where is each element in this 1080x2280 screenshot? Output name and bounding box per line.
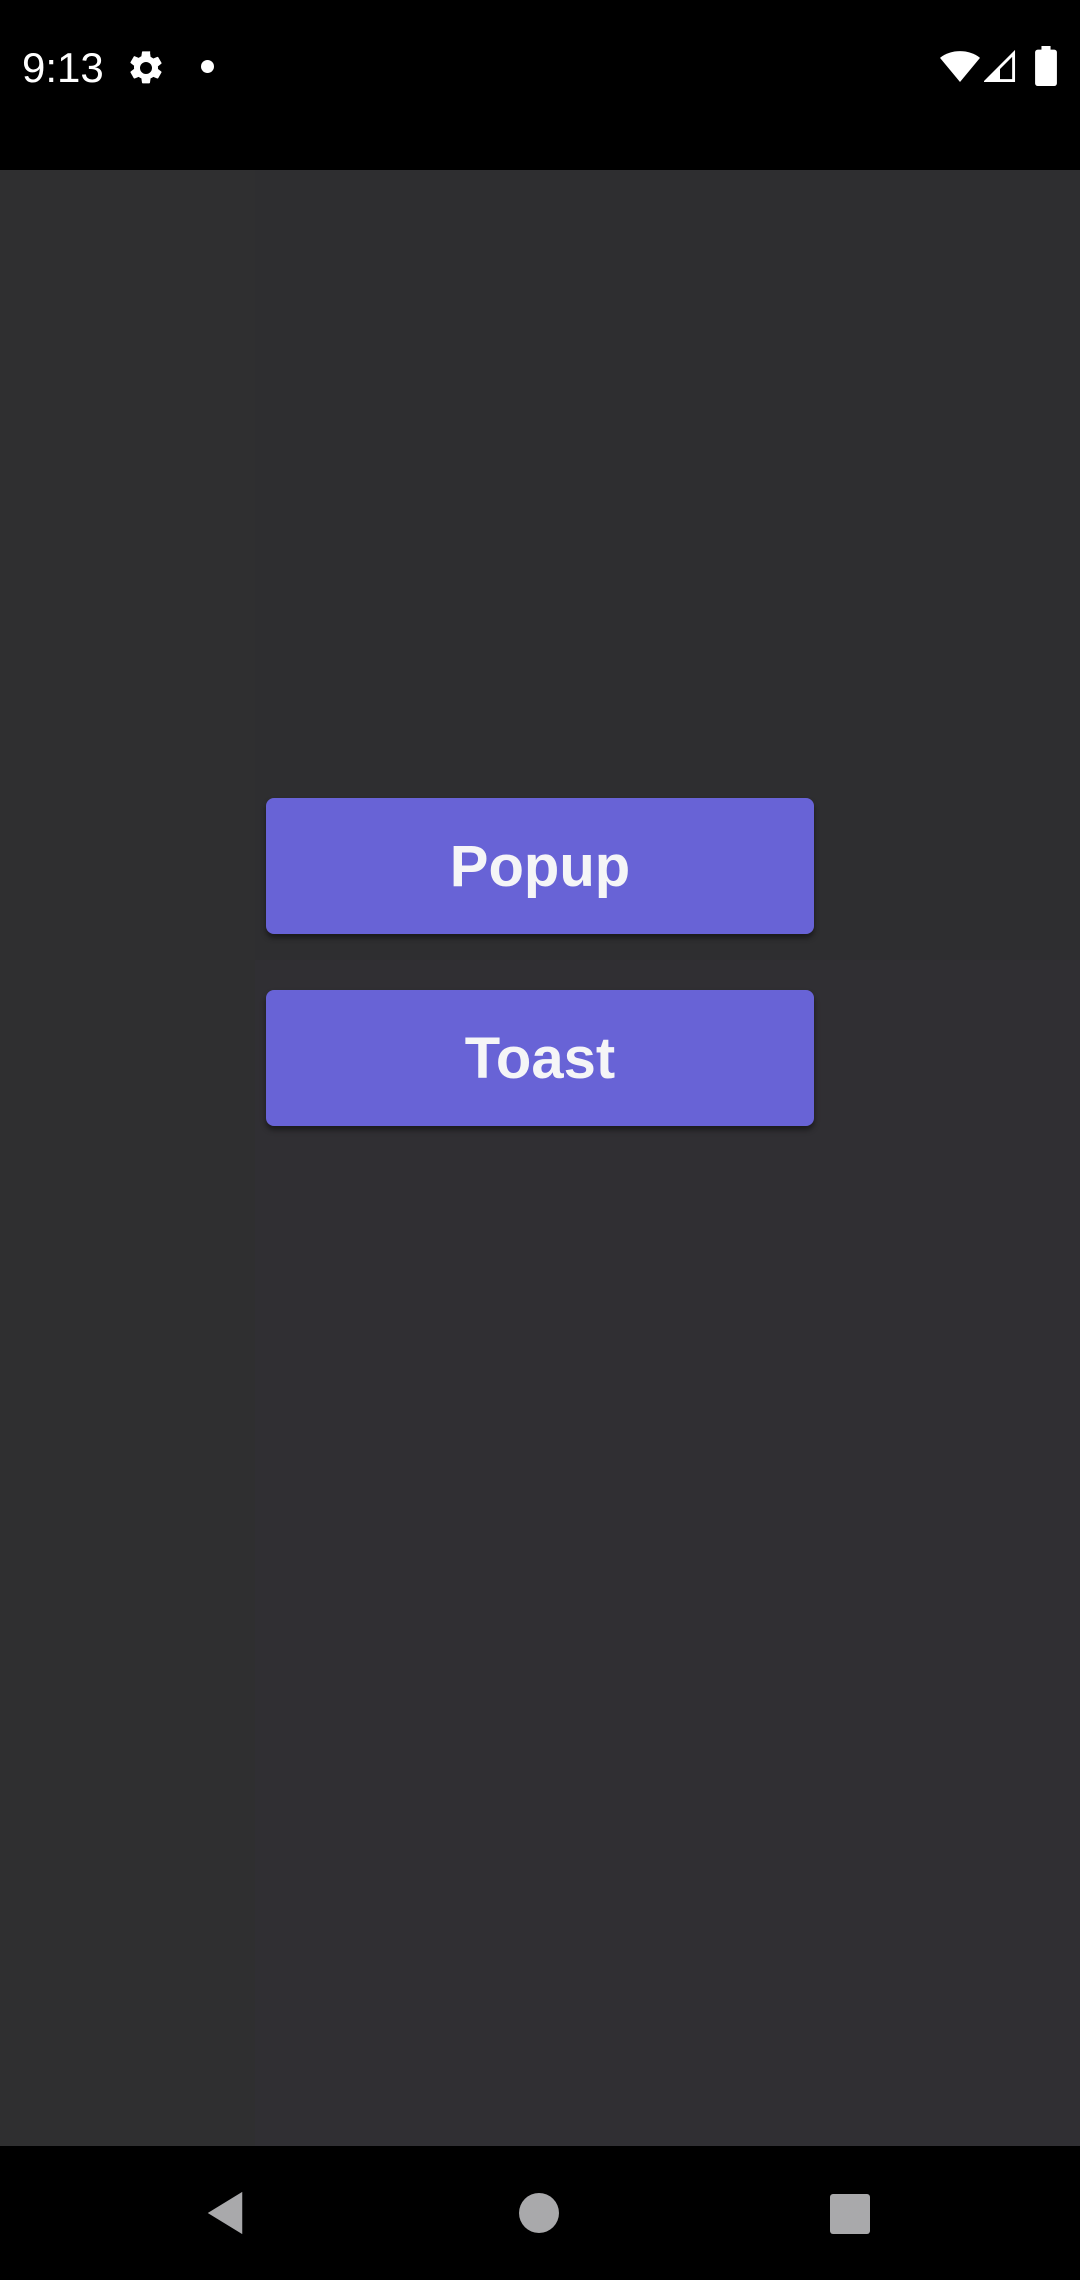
settings-icon bbox=[130, 51, 162, 84]
battery-icon bbox=[1035, 46, 1057, 86]
notification-dot-icon bbox=[201, 60, 214, 73]
navigation-bar bbox=[0, 2146, 1080, 2280]
signal-icon bbox=[984, 50, 1016, 83]
home-icon[interactable] bbox=[519, 2193, 559, 2233]
phone-screen: 9:13 Popup Toast bbox=[0, 0, 1080, 2280]
status-time: 9:13 bbox=[22, 44, 104, 91]
back-icon[interactable] bbox=[205, 2190, 245, 2236]
background-panel-right bbox=[255, 960, 1080, 2146]
background-panel-left bbox=[0, 170, 255, 2146]
status-bar: 9:13 bbox=[0, 0, 1080, 170]
toast-button[interactable]: Toast bbox=[266, 990, 814, 1126]
app-content bbox=[0, 170, 1080, 2146]
popup-button[interactable]: Popup bbox=[266, 798, 814, 934]
recents-icon[interactable] bbox=[830, 2194, 870, 2234]
wifi-icon bbox=[940, 51, 980, 82]
